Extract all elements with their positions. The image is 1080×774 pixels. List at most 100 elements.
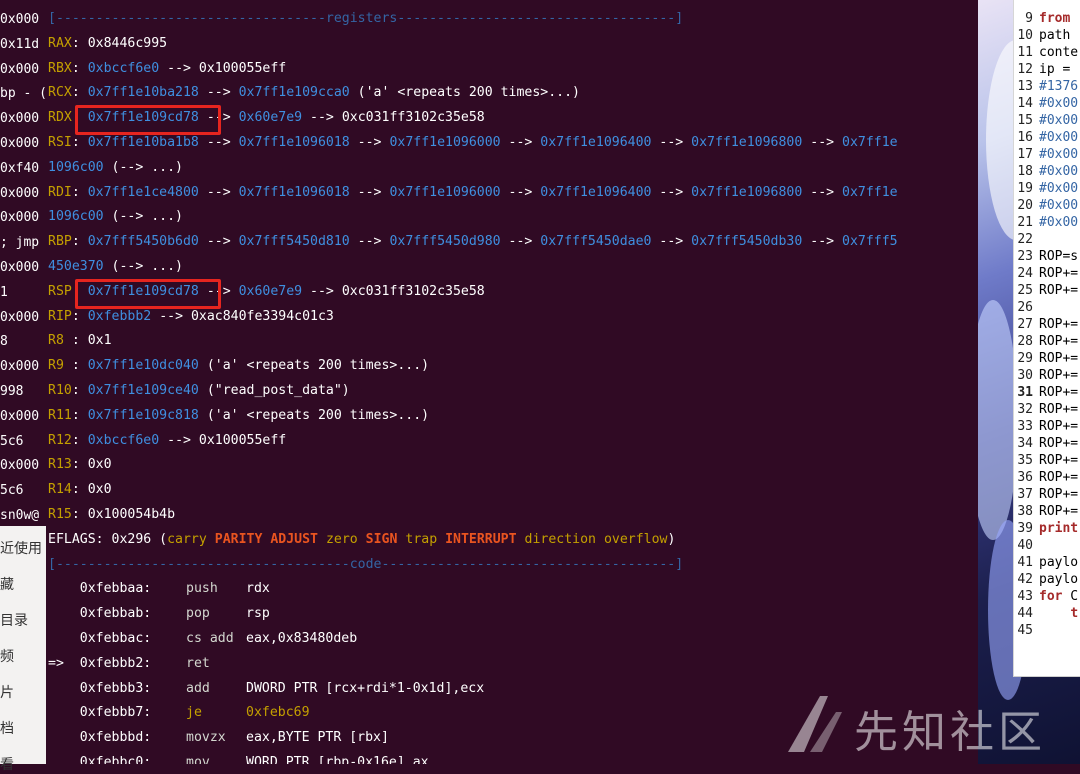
left-strip-row: 0x000: [0, 210, 40, 226]
line-code: #0x00: [1039, 96, 1079, 111]
left-strip-row: 5c6: [0, 433, 24, 449]
line-number: 10: [1017, 28, 1033, 43]
register-name: RBP: [48, 234, 72, 250]
instruction-operands: eax,0x83480deb: [246, 631, 358, 646]
register-value: 0xfebbb2: [87, 308, 152, 324]
editor-line: 38 ROP+=: [1014, 503, 1078, 520]
editor-line: 27 ROP+=: [1014, 316, 1078, 333]
line-number: 40: [1017, 538, 1033, 553]
editor-line: 10 path: [1014, 27, 1070, 44]
file-manager-item[interactable]: 目录: [0, 610, 28, 630]
instruction-mnemonic: pop: [186, 606, 210, 622]
line-number: 15: [1017, 113, 1033, 128]
register-value: 0x100055eff: [198, 432, 287, 448]
register-value: -->: [802, 184, 843, 200]
register-value: ('a' <repeats 200 times>...): [198, 358, 430, 374]
file-manager-item[interactable]: 频: [0, 646, 14, 666]
register-line: RBX: 0xbccf6e0 --> 0x100055eff: [48, 60, 286, 78]
register-name: R12: [48, 432, 72, 448]
register-name: RDX: [48, 110, 72, 126]
register-value: ('a' <repeats 200 times>...): [349, 85, 580, 101]
line-number: 20: [1017, 198, 1033, 213]
register-name: RSI: [48, 135, 72, 150]
register-value: 0x7fff5450db30: [691, 234, 803, 250]
register-separator: :: [71, 35, 88, 51]
register-value: -->: [651, 135, 692, 150]
register-line: R15: 0x100054b4b: [48, 506, 175, 524]
disassembly-line: 0xfebbb7: je 0xfebc69: [48, 704, 310, 722]
file-manager-item[interactable]: 档: [0, 718, 14, 738]
register-separator: :: [71, 507, 88, 522]
editor-line: 37 ROP+=: [1014, 486, 1078, 503]
register-value: (--> ...): [103, 209, 183, 225]
code-header: [-------------------------------------co…: [48, 556, 684, 572]
register-line: R10: 0x7ff1e109ce40 ("read_post_data"): [48, 382, 350, 400]
register-line: 450e370 (--> ...): [48, 258, 183, 276]
instruction-operands: eax,BYTE PTR [rbx]: [246, 730, 389, 746]
file-manager-item[interactable]: 片: [0, 682, 14, 702]
register-line: RBP: 0x7fff5450b6d0 --> 0x7fff5450d810 -…: [48, 233, 898, 251]
editor-line: 43 for C: [1014, 588, 1078, 605]
register-separator: :: [71, 407, 88, 423]
register-separator: :: [71, 85, 88, 101]
register-value: -->: [302, 110, 342, 126]
line-number: 21: [1017, 215, 1033, 230]
disassembly-line: 0xfebbab: pop rsp: [48, 605, 270, 623]
instruction-address: 0xfebbb7:: [79, 705, 152, 721]
left-strip-row: 0x000: [0, 408, 40, 424]
disassembly-line: 0xfebbc0: mov WORD PTR [rbp-0x16e],ax: [48, 754, 429, 764]
line-number: 31: [1017, 385, 1033, 400]
line-number: 29: [1017, 351, 1033, 366]
editor-line: 20 #0x00: [1014, 197, 1078, 214]
line-code: path: [1039, 28, 1071, 43]
code-editor-pane[interactable]: 9 from 10 path 11 conte 12 ip = 13 #1376 14 #0x00 15…: [1013, 0, 1080, 677]
file-manager-item[interactable]: 看: [0, 754, 14, 774]
editor-line: 17 #0x00: [1014, 146, 1078, 163]
current-instruction: => 0xfebbb2: ret: [48, 655, 210, 673]
register-separator: :: [71, 60, 88, 76]
register-value: 0x7ff1e1096400: [540, 135, 652, 150]
line-code: paylo: [1039, 572, 1079, 587]
instruction-address: 0xfebbc0:: [79, 755, 152, 764]
register-value: 0x7fff5: [842, 234, 898, 250]
register-value: 0x7ff1e1096400: [540, 184, 652, 200]
line-code: from: [1039, 11, 1071, 26]
eflag: overflow: [603, 531, 668, 547]
editor-line: 42 paylo: [1014, 571, 1078, 588]
watermark: 先知社区: [784, 690, 1074, 760]
instruction-operands: rdx: [246, 581, 270, 597]
register-value: -->: [349, 234, 390, 250]
line-code: #0x00: [1039, 113, 1079, 128]
line-code: ROP+=: [1039, 385, 1079, 400]
instruction-prefix: [48, 681, 80, 696]
editor-line: 40: [1014, 537, 1039, 554]
register-separator: :: [71, 383, 88, 398]
instruction-operands: rsp: [246, 606, 270, 622]
register-line: R12: 0xbccf6e0 --> 0x100055eff: [48, 432, 286, 450]
line-code: ROP+=: [1039, 283, 1079, 298]
eflag: PARITY: [214, 531, 263, 547]
register-value: 0x7fff5450d810: [238, 234, 350, 250]
registers-header: [----------------------------------regis…: [48, 11, 684, 26]
file-manager-item[interactable]: 藏: [0, 574, 14, 594]
register-name: RAX: [48, 35, 72, 51]
register-value: 0xbccf6e0: [87, 432, 160, 448]
instruction-operands: DWORD PTR [rcx+rdi*1-0x1d],ecx: [246, 680, 485, 696]
register-value: -->: [159, 60, 199, 76]
left-strip-row: 0x000: [0, 359, 40, 375]
line-number: 25: [1017, 283, 1033, 298]
instruction-prefix: [48, 581, 80, 596]
register-line: R9 : 0x7ff1e10dc040 ('a' <repeats 200 ti…: [48, 357, 429, 375]
register-value: -->: [198, 184, 239, 200]
register-value: 0x8446c995: [87, 35, 168, 51]
register-value: 0x7ff1e10dc040: [87, 358, 199, 374]
editor-line: 28 ROP+=: [1014, 333, 1078, 350]
instruction-address: 0xfebbb2:: [79, 655, 152, 671]
editor-line: 31 ROP+=: [1014, 384, 1078, 401]
left-strip-row: sn0w@: [0, 508, 40, 523]
register-value: -->: [151, 308, 191, 324]
file-manager-item[interactable]: 近使用: [0, 538, 42, 558]
gdb-terminal[interactable]: [----------------------------------regis…: [46, 0, 978, 764]
